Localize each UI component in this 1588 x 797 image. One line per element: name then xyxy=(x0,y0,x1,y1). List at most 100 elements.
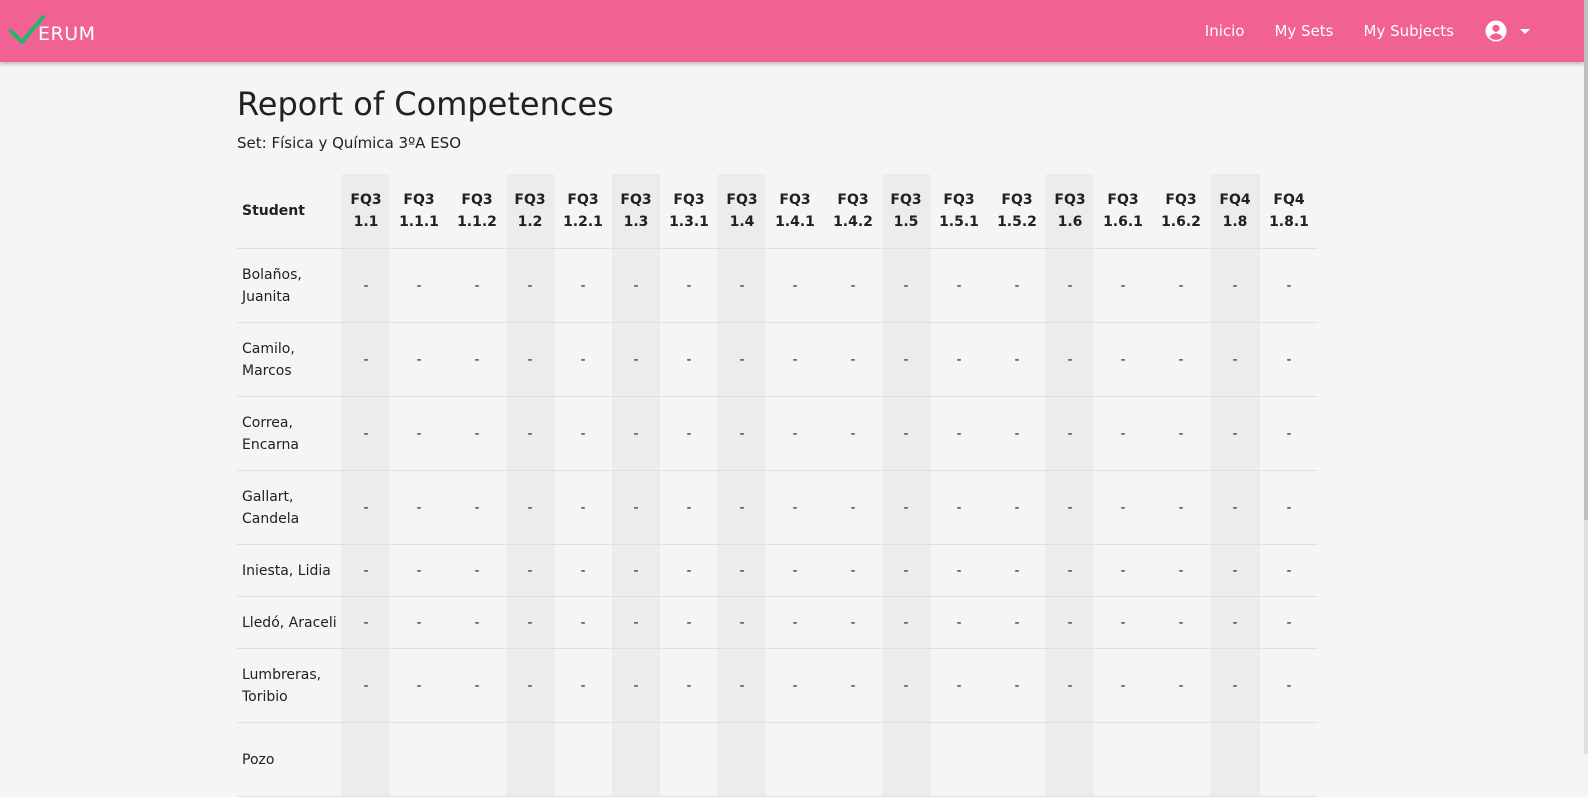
competence-cell xyxy=(554,722,612,797)
competence-cell: - xyxy=(882,248,930,323)
competence-cell: - xyxy=(1094,596,1152,649)
competence-cell: - xyxy=(1260,596,1318,649)
competence-cell: - xyxy=(1260,396,1318,471)
competence-cell: - xyxy=(1046,596,1094,649)
competence-code: FQ3 xyxy=(726,192,758,208)
competence-cell: - xyxy=(448,544,506,597)
competence-cell xyxy=(448,722,506,797)
competence-cell: - xyxy=(390,544,448,597)
competence-cell: - xyxy=(1152,596,1210,649)
competence-number: 1.2 xyxy=(517,214,543,230)
competence-cell: - xyxy=(448,648,506,723)
competence-cell: - xyxy=(342,596,390,649)
competence-cell: - xyxy=(882,322,930,397)
competence-code: FQ4 xyxy=(1219,192,1251,208)
student-name: Bolaños, Juanita xyxy=(237,248,342,323)
competence-cell: - xyxy=(766,470,824,545)
table-row: Lumbreras, Toribio - - - - - - - - - - - - - - - - - - xyxy=(237,648,1318,723)
vertical-scrollbar[interactable] xyxy=(1584,0,1588,754)
competence-column-header: FQ3 1.2 xyxy=(506,174,554,249)
competence-column-header: FQ3 1.3 xyxy=(612,174,660,249)
competence-number: 1.6 xyxy=(1057,214,1083,230)
competence-cell: - xyxy=(390,596,448,649)
competence-column-header: FQ3 1.6.2 xyxy=(1152,174,1210,249)
nav-link-my-subjects[interactable]: My Subjects xyxy=(1364,22,1454,40)
student-column-header: Student xyxy=(237,174,342,249)
account-menu[interactable] xyxy=(1484,19,1536,43)
competence-cell: - xyxy=(882,648,930,723)
competence-cell: - xyxy=(1210,648,1260,723)
competence-cell: - xyxy=(342,248,390,323)
competence-column-header: FQ3 1.1.2 xyxy=(448,174,506,249)
competence-cell xyxy=(1152,722,1210,797)
competence-number: 1.5.1 xyxy=(939,214,979,230)
nav-link-my-sets[interactable]: My Sets xyxy=(1274,22,1333,40)
competence-cell: - xyxy=(448,322,506,397)
student-name: Lledó, Araceli xyxy=(237,596,342,649)
competence-cell: - xyxy=(824,544,882,597)
competence-cell: - xyxy=(506,322,554,397)
competence-cell: - xyxy=(1152,248,1210,323)
competence-cell: - xyxy=(930,322,988,397)
competence-cell: - xyxy=(988,470,1046,545)
competence-cell: - xyxy=(1046,248,1094,323)
competence-cell: - xyxy=(342,322,390,397)
competences-table: Student FQ3 1.1 FQ3 1.1.1 FQ3 1.1.2 FQ3 1.2 FQ3 1… xyxy=(237,174,1318,797)
competence-cell: - xyxy=(988,396,1046,471)
competence-cell: - xyxy=(988,544,1046,597)
competence-cell: - xyxy=(766,544,824,597)
competence-cell: - xyxy=(448,596,506,649)
competence-cell: - xyxy=(824,396,882,471)
competence-cell: - xyxy=(1046,544,1094,597)
competence-cell: - xyxy=(1152,470,1210,545)
table-body: Bolaños, Juanita - - - - - - - - - - - - - - - - - - Camilo… xyxy=(237,248,1318,797)
competence-cell: - xyxy=(506,648,554,723)
competence-column-header: FQ3 1.1.1 xyxy=(390,174,448,249)
competence-cell xyxy=(1046,722,1094,797)
competence-cell: - xyxy=(988,648,1046,723)
competence-cell xyxy=(1094,722,1152,797)
competence-cell: - xyxy=(1210,396,1260,471)
competence-number: 1.4.1 xyxy=(775,214,815,230)
competence-column-header: FQ3 1.6 xyxy=(1046,174,1094,249)
competence-cell: - xyxy=(1094,396,1152,471)
competence-number: 1.6.2 xyxy=(1161,214,1201,230)
competence-cell: - xyxy=(448,470,506,545)
competence-cell: - xyxy=(1210,544,1260,597)
competence-code: FQ3 xyxy=(620,192,652,208)
competence-column-header: FQ3 1.5.2 xyxy=(988,174,1046,249)
competence-cell: - xyxy=(766,248,824,323)
competence-cell: - xyxy=(612,470,660,545)
competence-code: FQ3 xyxy=(1165,192,1197,208)
competence-cell: - xyxy=(766,596,824,649)
competence-cell xyxy=(1260,722,1318,797)
competence-number: 1.6.1 xyxy=(1103,214,1143,230)
competence-cell xyxy=(718,722,766,797)
competence-code: FQ3 xyxy=(461,192,493,208)
competence-cell: - xyxy=(1210,248,1260,323)
competence-cell: - xyxy=(1210,596,1260,649)
competence-column-header: FQ3 1.5.1 xyxy=(930,174,988,249)
competence-cell: - xyxy=(660,596,718,649)
student-name: Correa, Encarna xyxy=(237,396,342,471)
top-navbar: ERUM Inicio My Sets My Subjects xyxy=(0,0,1584,62)
brand-logo[interactable]: ERUM xyxy=(8,12,96,48)
account-circle-icon xyxy=(1485,20,1507,42)
student-name: Camilo, Marcos xyxy=(237,322,342,397)
competence-cell: - xyxy=(1152,322,1210,397)
scrollbar-thumb[interactable] xyxy=(1584,0,1588,520)
competence-cell: - xyxy=(882,396,930,471)
competence-cell: - xyxy=(342,544,390,597)
competence-cell: - xyxy=(882,596,930,649)
nav-link-inicio[interactable]: Inicio xyxy=(1205,22,1245,40)
competence-code: FQ4 xyxy=(1273,192,1305,208)
competence-column-header: FQ3 1.4.1 xyxy=(766,174,824,249)
student-name: Iniesta, Lidia xyxy=(237,544,342,597)
competence-column-header: FQ3 1.6.1 xyxy=(1094,174,1152,249)
competence-cell: - xyxy=(506,596,554,649)
competence-cell: - xyxy=(390,648,448,723)
competence-cell: - xyxy=(342,396,390,471)
competence-cell: - xyxy=(554,322,612,397)
competence-column-header: FQ3 1.3.1 xyxy=(660,174,718,249)
competence-cell: - xyxy=(660,470,718,545)
